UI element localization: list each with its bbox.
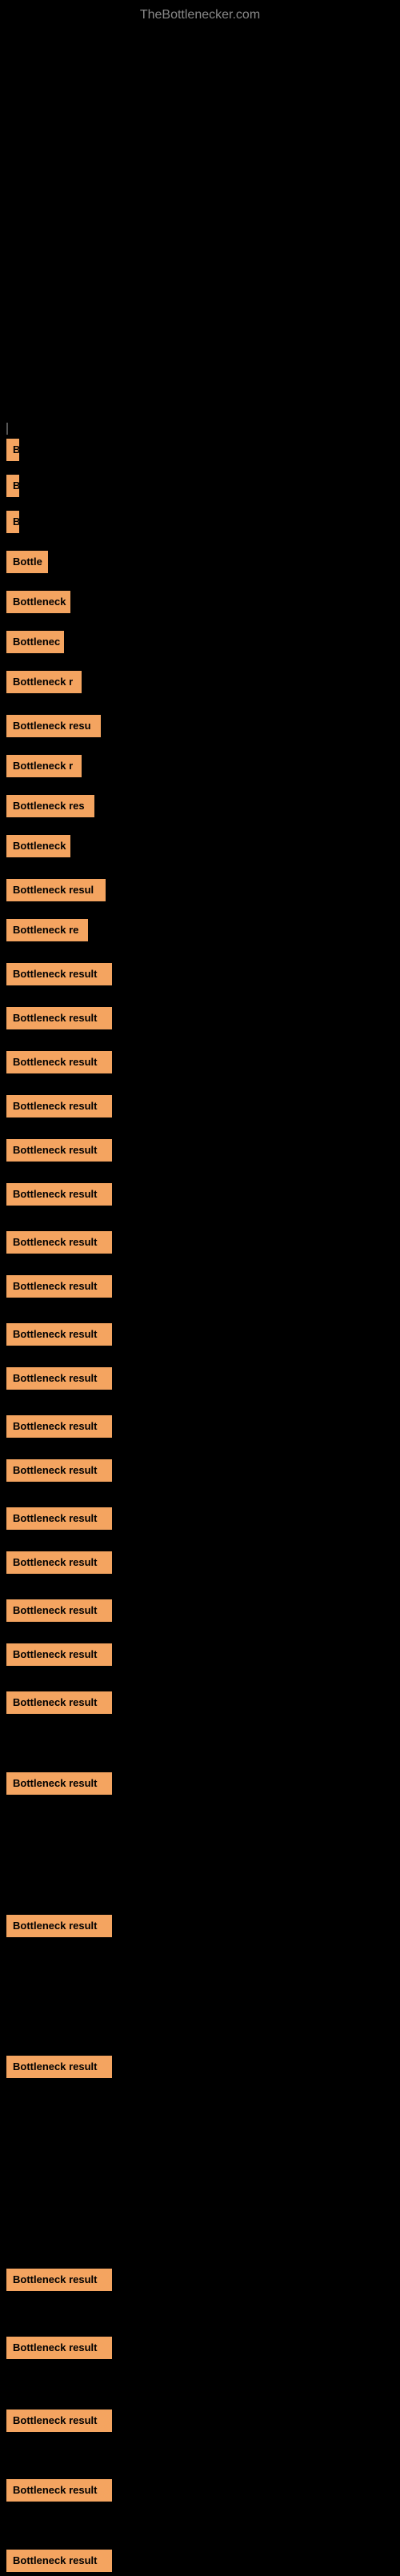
bottleneck-bar-38[interactable]: Bottleneck result [6, 2550, 112, 2572]
bar-row: Bottleneck result [6, 1231, 112, 1258]
site-title: TheBottlenecker.com [0, 0, 400, 30]
bottleneck-bar-16[interactable]: Bottleneck result [6, 1051, 112, 1073]
bottleneck-bar-36[interactable]: Bottleneck result [6, 2409, 112, 2432]
bottleneck-bar-19[interactable]: Bottleneck result [6, 1183, 112, 1206]
bottleneck-bar-7[interactable]: Bottleneck r [6, 671, 82, 693]
bar-row: Bottleneck result [6, 1007, 112, 1033]
bottleneck-bar-34[interactable]: Bottleneck result [6, 2269, 112, 2291]
bottleneck-bar-33[interactable]: Bottleneck result [6, 2056, 112, 2078]
bottleneck-bar-29[interactable]: Bottleneck result [6, 1643, 112, 1666]
bar-row: Bottleneck result [6, 1599, 112, 1626]
bottleneck-bar-10[interactable]: Bottleneck res [6, 795, 94, 817]
bar-row: Bottleneck result [6, 1415, 112, 1442]
bar-row: Bottleneck result [6, 2409, 112, 2436]
bar-row: Bottleneck [6, 835, 70, 861]
bottleneck-bar-5[interactable]: Bottleneck [6, 591, 70, 613]
bottleneck-bar-22[interactable]: Bottleneck result [6, 1323, 112, 1346]
bar-row: Bottleneck result [6, 2479, 112, 2506]
bar-row: Bottleneck result [6, 1275, 112, 1302]
bottleneck-bar-17[interactable]: Bottleneck result [6, 1095, 112, 1117]
bar-row: Bottleneck result [6, 963, 112, 989]
bottleneck-bar-1[interactable]: B [6, 439, 19, 461]
bar-row: Bottleneck result [6, 1915, 112, 1941]
bottleneck-bar-28[interactable]: Bottleneck result [6, 1599, 112, 1622]
bottleneck-bar-18[interactable]: Bottleneck result [6, 1139, 112, 1162]
bar-row: Bottleneck r [6, 755, 82, 781]
bar-row: Bottleneck result [6, 1051, 112, 1077]
divider-line [6, 423, 8, 435]
bar-row: Bottleneck resul [6, 879, 106, 905]
bottleneck-bar-21[interactable]: Bottleneck result [6, 1275, 112, 1298]
bottleneck-bar-4[interactable]: Bottle [6, 551, 48, 573]
bottleneck-bar-37[interactable]: Bottleneck result [6, 2479, 112, 2502]
bar-row: Bottleneck result [6, 1183, 112, 1210]
bottleneck-bar-2[interactable]: B [6, 475, 19, 497]
bar-row: Bottleneck result [6, 1323, 112, 1350]
bar-row: Bottleneck result [6, 1691, 112, 1718]
bottleneck-bar-11[interactable]: Bottleneck [6, 835, 70, 857]
bar-row: Bottleneck re [6, 919, 88, 945]
bar-row: Bottleneck result [6, 2269, 112, 2295]
bar-row: Bottleneck result [6, 1772, 112, 1799]
bar-row: Bottleneck result [6, 1367, 112, 1394]
bar-row: Bottleneck result [6, 1643, 112, 1670]
bottleneck-bar-13[interactable]: Bottleneck re [6, 919, 88, 941]
bar-row: Bottleneck result [6, 1139, 112, 1166]
bottleneck-bar-26[interactable]: Bottleneck result [6, 1507, 112, 1530]
bottleneck-bar-25[interactable]: Bottleneck result [6, 1459, 112, 1482]
bar-row: Bottleneck result [6, 1551, 112, 1578]
bottleneck-bar-20[interactable]: Bottleneck result [6, 1231, 112, 1254]
bar-row: Bottleneck resu [6, 715, 101, 741]
bar-row: Bottleneck res [6, 795, 94, 821]
bottleneck-bar-35[interactable]: Bottleneck result [6, 2337, 112, 2359]
bottleneck-bar-23[interactable]: Bottleneck result [6, 1367, 112, 1390]
bar-row: Bottleneck result [6, 2056, 112, 2082]
bar-row: B [6, 439, 19, 465]
bottleneck-bar-32[interactable]: Bottleneck result [6, 1915, 112, 1937]
bar-row: Bottleneck result [6, 1507, 112, 1534]
bar-row: Bottlenec [6, 631, 64, 657]
bottleneck-bar-8[interactable]: Bottleneck resu [6, 715, 101, 737]
bottleneck-bar-9[interactable]: Bottleneck r [6, 755, 82, 777]
bar-row: Bottle [6, 551, 48, 577]
bottleneck-bar-12[interactable]: Bottleneck resul [6, 879, 106, 901]
bar-row: Bottleneck result [6, 2337, 112, 2363]
bar-row: Bottleneck result [6, 1095, 112, 1121]
bottleneck-bar-27[interactable]: Bottleneck result [6, 1551, 112, 1574]
bar-row: Bottleneck [6, 591, 70, 617]
bottleneck-bar-14[interactable]: Bottleneck result [6, 963, 112, 985]
bottleneck-bar-24[interactable]: Bottleneck result [6, 1415, 112, 1438]
bar-row: Bottleneck r [6, 671, 82, 697]
bottleneck-bar-30[interactable]: Bottleneck result [6, 1691, 112, 1714]
bar-row: B [6, 511, 19, 537]
bar-row: Bottleneck result [6, 2550, 112, 2576]
bar-row: B [6, 475, 19, 501]
bar-row: Bottleneck result [6, 1459, 112, 1486]
bottleneck-bar-6[interactable]: Bottlenec [6, 631, 64, 653]
bottleneck-bar-31[interactable]: Bottleneck result [6, 1772, 112, 1795]
bottleneck-bar-3[interactable]: B [6, 511, 19, 533]
bottleneck-bar-15[interactable]: Bottleneck result [6, 1007, 112, 1029]
